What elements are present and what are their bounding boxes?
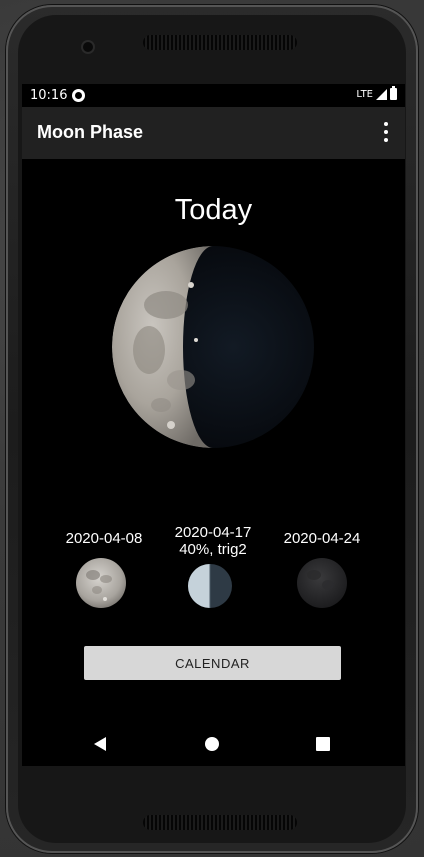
network-type: LTE <box>356 88 373 100</box>
app-title: Moon Phase <box>37 122 144 142</box>
more-vert-icon[interactable] <box>381 122 391 142</box>
navigation-bar <box>22 722 405 766</box>
top-speaker <box>143 35 297 50</box>
calendar-button[interactable]: CALENDAR <box>84 646 341 680</box>
app-bar: Moon Phase <box>22 107 405 159</box>
phase-date: 2020-04-24 <box>283 530 361 547</box>
phase-date: 2020-04-17 <box>174 524 252 541</box>
sync-icon <box>72 89 85 102</box>
phase-item-3[interactable]: 2020-04-24 <box>267 530 377 608</box>
status-indicators: LTE <box>356 86 397 100</box>
today-heading: Today <box>174 194 253 226</box>
last-quarter-moon-icon <box>188 564 232 608</box>
phone-screen: 10:16 LTE Moon Phase Today 2020-04-08 20… <box>22 84 405 766</box>
home-icon[interactable] <box>205 737 219 751</box>
phase-date: 2020-04-08 <box>65 530 143 547</box>
phase-item-1[interactable]: 2020-04-08 <box>49 530 159 608</box>
today-moon-image <box>112 246 314 448</box>
status-time: 10:16 <box>30 88 68 103</box>
bottom-speaker <box>143 815 297 830</box>
phase-detail: 40%, trig2 <box>179 541 247 558</box>
status-bar: 10:16 LTE <box>22 84 405 107</box>
recents-icon[interactable] <box>316 737 330 751</box>
battery-icon <box>390 86 397 100</box>
phase-item-2[interactable]: 2020-04-17 40%, trig2 <box>158 524 268 608</box>
signal-icon <box>376 88 387 100</box>
front-camera <box>83 42 93 52</box>
full-moon-icon <box>76 558 126 608</box>
new-moon-icon <box>297 558 347 608</box>
back-icon[interactable] <box>94 737 106 751</box>
